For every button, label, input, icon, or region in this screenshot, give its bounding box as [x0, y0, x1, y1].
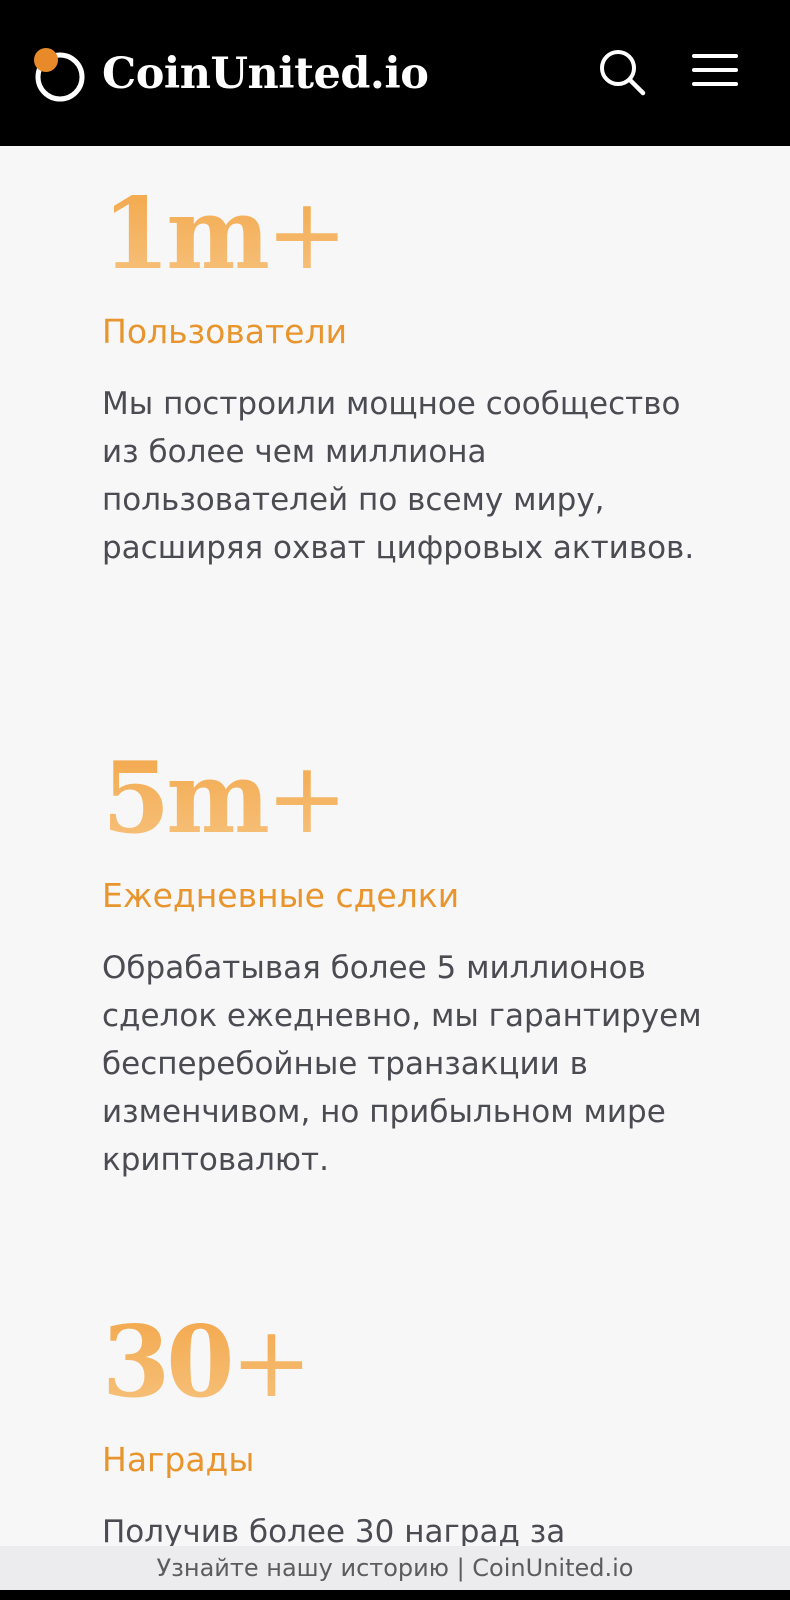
stat-number: 30+: [102, 1308, 722, 1418]
stat-users: 1m+ Пользователи Мы построили мощное соо…: [102, 180, 722, 572]
brand-logo-text[interactable]: CoinUnited.io: [102, 42, 429, 106]
stat-description: Обрабатывая более 5 миллионов сделок еже…: [102, 950, 702, 1178]
hamburger-menu-icon[interactable]: [692, 50, 738, 90]
stat-title: Награды: [102, 1440, 255, 1479]
stat-number-suffix: +: [265, 742, 349, 856]
bottom-edge: [0, 1590, 790, 1600]
search-icon[interactable]: [598, 48, 646, 96]
stat-number-value: 1m: [102, 177, 266, 292]
page-url-bar[interactable]: Узнайте нашу историю | CoinUnited.io: [0, 1546, 790, 1590]
stat-number: 5m+: [102, 744, 722, 854]
stats-section: 1m+ Пользователи Мы построили мощное соо…: [0, 146, 790, 1546]
stat-number-value: 30: [102, 1305, 231, 1420]
stat-number: 1m+: [102, 180, 722, 290]
stat-number-suffix: +: [265, 178, 349, 292]
stat-title: Пользователи: [102, 312, 348, 351]
stat-daily-trades: 5m+ Ежедневные сделки Обрабатывая более …: [102, 744, 722, 1184]
stat-number-suffix: +: [230, 1306, 313, 1420]
coinunited-logo-icon[interactable]: [33, 48, 87, 102]
stat-description: Мы построили мощное сообщество из более …: [102, 386, 695, 566]
top-navigation-bar: CoinUnited.io: [0, 0, 790, 146]
stat-description: Получив более 30 наград за: [102, 1514, 566, 1546]
stat-number-value: 5m: [102, 741, 266, 856]
stat-title: Ежедневные сделки: [102, 876, 460, 915]
stat-awards: 30+ Награды Получив более 30 наград за: [102, 1308, 722, 1546]
